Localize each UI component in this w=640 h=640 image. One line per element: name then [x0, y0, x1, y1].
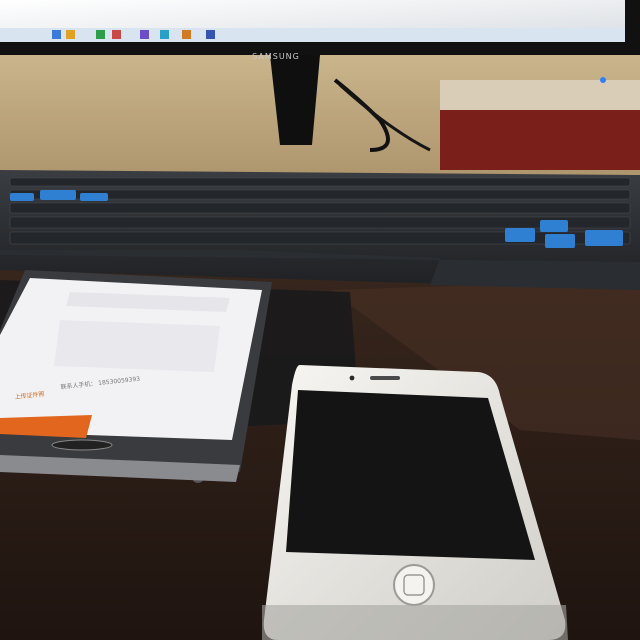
monitor-brand-logo: SAMSUNG [252, 52, 300, 61]
iphone-home-button [393, 564, 435, 606]
samsung-phone [0, 270, 272, 483]
scene-drawing [0, 0, 640, 640]
home-button [51, 439, 113, 451]
box-label [440, 80, 640, 110]
power-led [600, 77, 606, 83]
orange-banner [0, 415, 92, 438]
iphone-speaker [370, 376, 400, 380]
photo-scene: SAMSUNG 联系人手机： 18530059393 上传证件照 [0, 0, 640, 640]
monitor-taskbar [0, 28, 625, 42]
